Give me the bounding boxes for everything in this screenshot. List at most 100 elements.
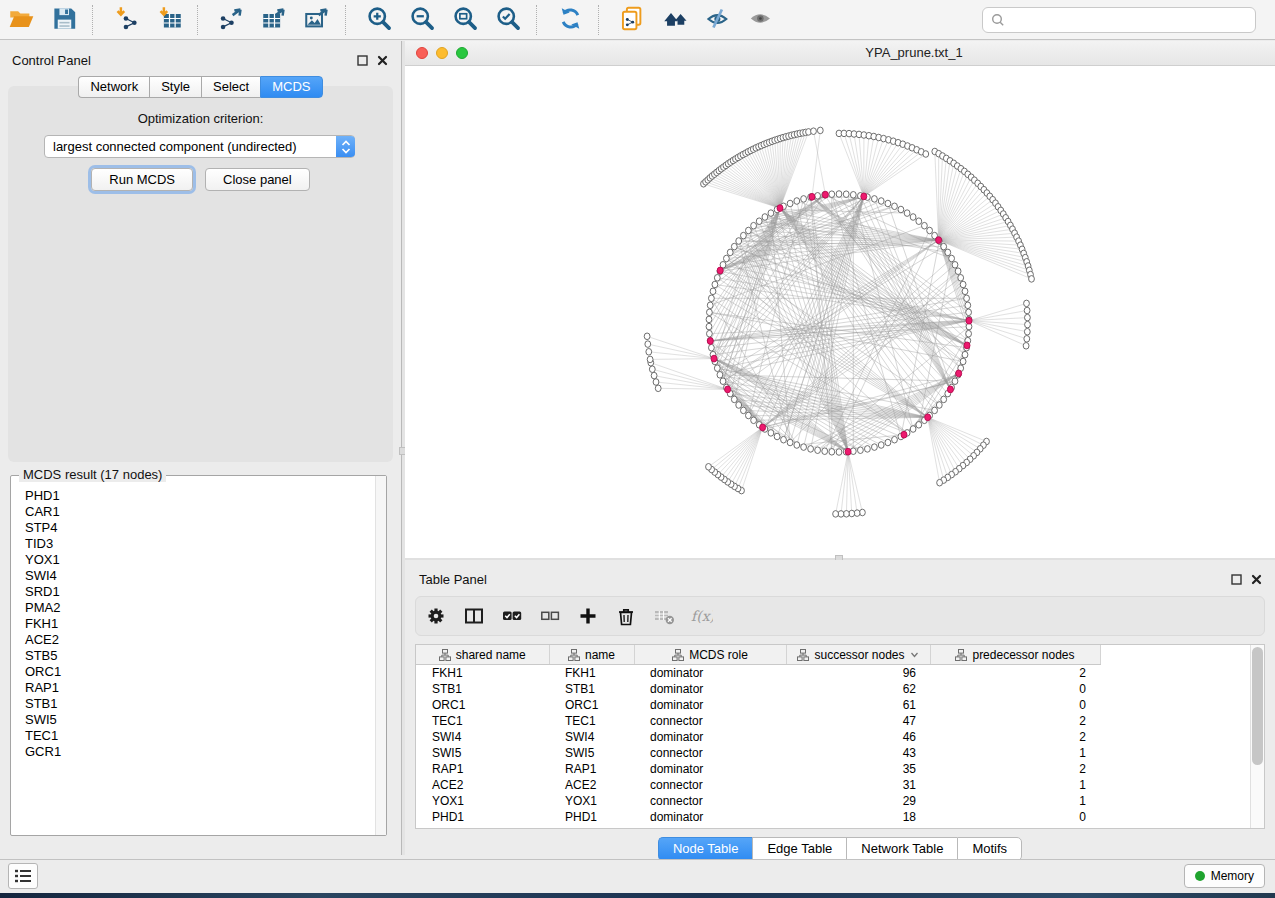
run-mcds-button[interactable]: Run MCDS <box>91 168 193 191</box>
folder-open-button[interactable] <box>0 3 43 37</box>
column-header-name[interactable]: name <box>549 645 634 665</box>
toolbar-icon-groups <box>0 0 783 39</box>
result-node[interactable]: GCR1 <box>25 744 373 760</box>
mcds-result-scrollbar[interactable] <box>375 476 386 835</box>
minimize-window-button[interactable] <box>436 47 448 59</box>
tab-edge-table[interactable]: Edge Table <box>752 837 846 861</box>
tab-mcds[interactable]: MCDS <box>260 76 322 98</box>
cell-name: TEC1 <box>549 713 634 729</box>
result-node[interactable]: SRD1 <box>25 584 373 600</box>
tab-node-table[interactable]: Node Table <box>658 837 753 861</box>
table-scrollbar[interactable] <box>1250 645 1264 828</box>
result-node[interactable]: STP4 <box>25 520 373 536</box>
result-node[interactable]: SWI5 <box>25 712 373 728</box>
result-node[interactable]: FKH1 <box>25 616 373 632</box>
float-panel-icon[interactable] <box>356 54 369 67</box>
tab-network-table[interactable]: Network Table <box>846 837 957 861</box>
result-node[interactable]: STB1 <box>25 696 373 712</box>
zoom-out-button[interactable] <box>401 3 444 37</box>
result-node[interactable]: CAR1 <box>25 504 373 520</box>
result-node[interactable]: SWI4 <box>25 568 373 584</box>
columns-icon[interactable] <box>463 605 485 627</box>
import-network-icon <box>113 5 140 35</box>
result-node[interactable]: ACE2 <box>25 632 373 648</box>
close-window-button[interactable] <box>416 47 428 59</box>
tab-network[interactable]: Network <box>78 76 149 98</box>
result-node[interactable]: TEC1 <box>25 728 373 744</box>
houses-button[interactable] <box>654 3 697 37</box>
memory-button[interactable]: Memory <box>1184 864 1265 888</box>
criterion-select[interactable]: largest connected component (undirected) <box>44 135 355 158</box>
tab-motifs[interactable]: Motifs <box>957 837 1022 861</box>
column-header-predecessor-nodes[interactable]: predecessor nodes <box>930 645 1100 665</box>
table-row[interactable]: STB1STB1dominator620 <box>416 681 1100 697</box>
column-header-MCDS-role[interactable]: MCDS role <box>634 645 786 665</box>
zoom-in-icon <box>366 5 393 35</box>
search-box[interactable] <box>982 7 1256 33</box>
cell-shared-name: TEC1 <box>416 713 549 729</box>
checked-boxes-icon[interactable] <box>501 605 523 627</box>
zoom-check-button[interactable] <box>487 3 530 37</box>
gear-icon[interactable] <box>425 605 447 627</box>
result-node[interactable]: PHD1 <box>25 488 373 504</box>
float-table-panel-icon[interactable] <box>1230 573 1243 586</box>
search-input[interactable] <box>1006 12 1248 28</box>
cell-MCDS-role: connector <box>634 777 786 793</box>
import-table-button[interactable] <box>148 3 191 37</box>
zoom-fit-button[interactable] <box>444 3 487 37</box>
cell-predecessor-nodes: 1 <box>930 793 1100 809</box>
result-node[interactable]: TID3 <box>25 536 373 552</box>
table-row[interactable]: ORC1ORC1dominator610 <box>416 697 1100 713</box>
import-network-button[interactable] <box>105 3 148 37</box>
toolbar-separator <box>536 5 549 35</box>
result-node[interactable]: YOX1 <box>25 552 373 568</box>
import-table-icon <box>156 5 183 35</box>
refresh-icon <box>557 5 584 35</box>
cell-shared-name: STB1 <box>416 681 549 697</box>
eye-button[interactable] <box>740 3 783 37</box>
toolbar-separator <box>197 5 210 35</box>
column-header-shared-name[interactable]: shared name <box>416 645 549 665</box>
table-row[interactable]: FKH1FKH1dominator962 <box>416 665 1100 682</box>
cell-predecessor-nodes: 0 <box>930 681 1100 697</box>
close-mcds-panel-button[interactable]: Close panel <box>205 168 310 191</box>
tab-style[interactable]: Style <box>149 76 201 98</box>
result-node[interactable]: ORC1 <box>25 664 373 680</box>
network-canvas[interactable] <box>405 66 1275 558</box>
table-row[interactable]: TEC1TEC1connector472 <box>416 713 1100 729</box>
main-toolbar <box>0 0 1275 40</box>
export-table-button[interactable] <box>253 3 296 37</box>
table-row[interactable]: SWI4SWI4dominator462 <box>416 729 1100 745</box>
table-panel: Table Panel f(x) shared namenameMCDS rol… <box>405 560 1275 855</box>
close-table-panel-icon[interactable] <box>1250 573 1263 586</box>
result-node[interactable]: STB5 <box>25 648 373 664</box>
result-node[interactable]: PMA2 <box>25 600 373 616</box>
cell-MCDS-role: connector <box>634 745 786 761</box>
result-node[interactable]: RAP1 <box>25 680 373 696</box>
unchecked-boxes-icon[interactable] <box>539 605 561 627</box>
task-history-button[interactable] <box>8 863 38 889</box>
table-row[interactable]: YOX1YOX1connector291 <box>416 793 1100 809</box>
cell-predecessor-nodes: 1 <box>930 745 1100 761</box>
zoom-in-button[interactable] <box>358 3 401 37</box>
table-row[interactable]: SWI5SWI5connector431 <box>416 745 1100 761</box>
document-network-button[interactable] <box>611 3 654 37</box>
close-panel-icon[interactable] <box>376 54 389 67</box>
export-image-button[interactable] <box>296 3 339 37</box>
column-header-successor-nodes[interactable]: successor nodes <box>786 645 930 665</box>
table-row[interactable]: PHD1PHD1dominator180 <box>416 809 1100 825</box>
table-row[interactable]: ACE2ACE2connector311 <box>416 777 1100 793</box>
floppy-save-icon <box>51 5 78 35</box>
floppy-save-button[interactable] <box>43 3 86 37</box>
tab-select[interactable]: Select <box>201 76 260 98</box>
table-scrollbar-thumb[interactable] <box>1252 647 1263 765</box>
cell-successor-nodes: 29 <box>786 793 930 809</box>
trash-icon[interactable] <box>615 605 637 627</box>
eye-slash-button[interactable] <box>697 3 740 37</box>
table-row[interactable]: RAP1RAP1dominator352 <box>416 761 1100 777</box>
maximize-window-button[interactable] <box>456 47 468 59</box>
cell-MCDS-role: dominator <box>634 697 786 713</box>
refresh-button[interactable] <box>549 3 592 37</box>
export-network-button[interactable] <box>210 3 253 37</box>
plus-icon[interactable] <box>577 605 599 627</box>
